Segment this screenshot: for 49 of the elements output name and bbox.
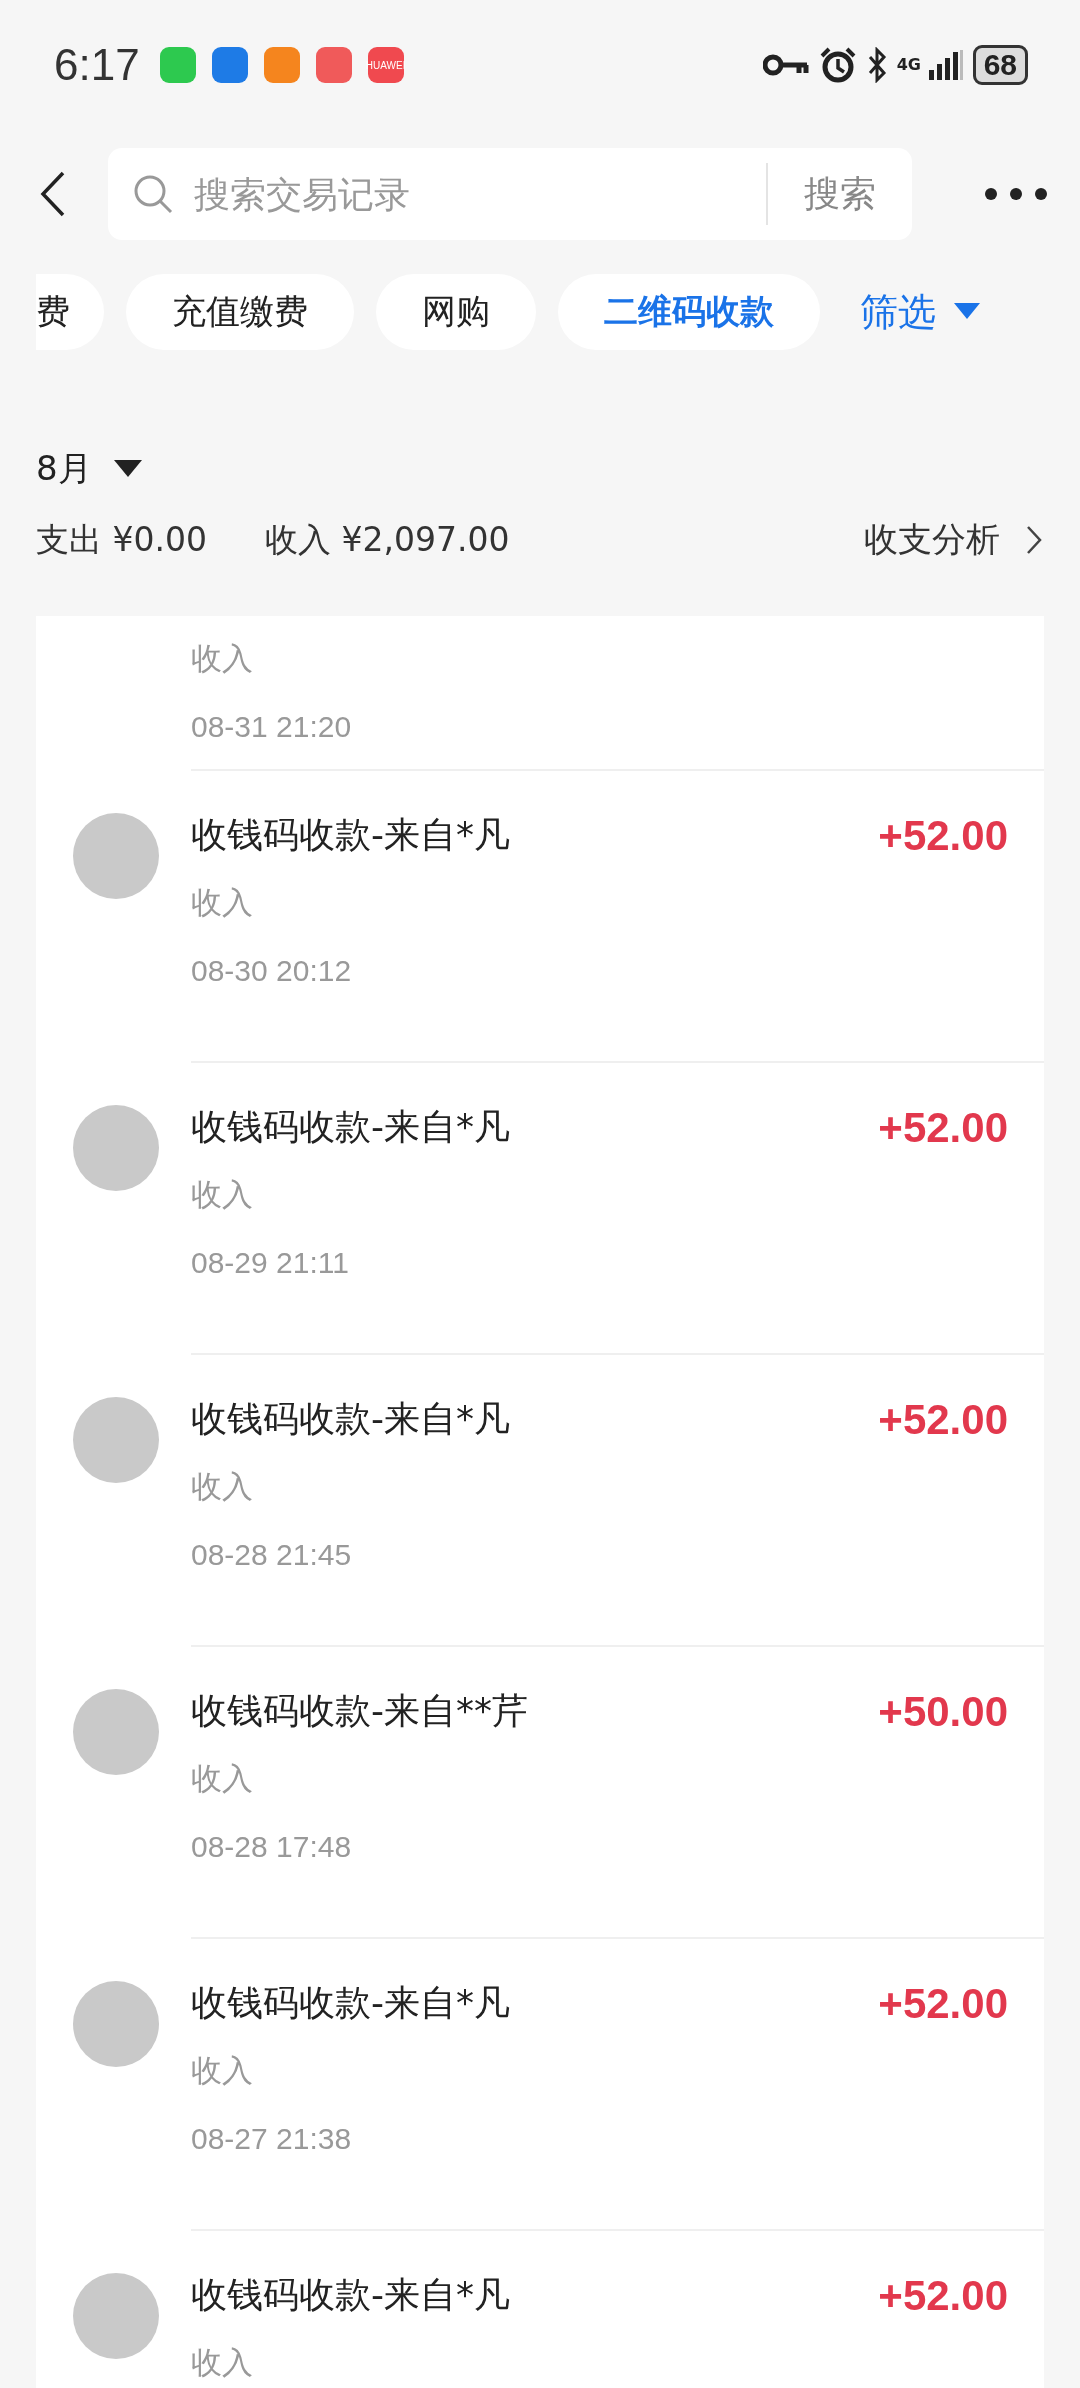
transaction-type: 收入 xyxy=(191,639,254,678)
transaction-time: 08-30 20:12 xyxy=(191,954,353,988)
alarm-icon xyxy=(818,46,857,84)
search-field[interactable]: 搜索交易记录 搜索 xyxy=(108,148,912,240)
filter-chip[interactable]: 充值缴费 xyxy=(126,274,354,350)
transaction-time: 08-29 21:11 xyxy=(191,1246,350,1280)
bluetooth-icon xyxy=(866,47,887,83)
transaction-amount: +52.00 xyxy=(878,1395,1008,1444)
transaction-type: 收入 xyxy=(191,1467,254,1506)
transaction-type: 收入 xyxy=(191,883,254,922)
month-selector[interactable]: 8月 xyxy=(36,446,142,492)
transaction-amount: +52.00 xyxy=(878,1103,1008,1152)
transaction-title: 收钱码收款-来自*凡 xyxy=(191,1105,510,1149)
back-icon[interactable] xyxy=(40,170,66,218)
transaction-title: 收钱码收款-来自**芹 xyxy=(191,1689,528,1733)
transaction-type: 收入 xyxy=(191,2343,254,2382)
filter-button[interactable]: 筛选 xyxy=(842,286,980,338)
transaction-time: 08-27 21:38 xyxy=(191,2122,353,2156)
transaction-amount: +52.00 xyxy=(878,811,1008,860)
analysis-link[interactable]: 收支分析 xyxy=(864,517,1042,563)
signal-icon xyxy=(928,50,963,80)
transaction-type: 收入 xyxy=(191,1175,254,1214)
transaction-type: 收入 xyxy=(191,1759,254,1798)
transaction-amount: +52.00 xyxy=(878,1979,1008,2028)
transaction-time: 08-31 21:20 xyxy=(191,710,353,744)
transaction-amount: +50.00 xyxy=(878,1687,1008,1736)
transaction-title: 收钱码收款-来自*凡 xyxy=(191,1397,510,1441)
transaction-amount: +52.00 xyxy=(878,2271,1008,2320)
transaction-time: 08-28 17:48 xyxy=(191,1830,353,1864)
battery-level: 68 xyxy=(972,45,1028,85)
more-icon[interactable] xyxy=(984,187,1048,201)
transaction-type: 收入 xyxy=(191,2051,254,2090)
network-type: 4G xyxy=(896,57,919,73)
key-icon xyxy=(762,53,809,77)
search-button[interactable]: 搜索 xyxy=(768,169,912,219)
chevron-icon xyxy=(1026,525,1042,555)
filter-chip[interactable]: 二维码收款 xyxy=(558,274,820,350)
transaction-title: 收钱码收款-来自*凡 xyxy=(191,813,510,857)
filter-chip[interactable]: 费 xyxy=(36,274,104,350)
transaction-time: 08-28 21:45 xyxy=(191,1538,353,1572)
caret-icon xyxy=(113,460,142,478)
filter-chip[interactable]: 网购 xyxy=(376,274,536,350)
income-total: 收入 ¥2,097.00 xyxy=(264,518,510,561)
expense-total: 支出 ¥0.00 xyxy=(36,518,207,561)
transaction-title: 收钱码收款-来自*凡 xyxy=(191,1981,510,2025)
transaction-title: 收钱码收款-来自*凡 xyxy=(191,2273,510,2317)
search-icon xyxy=(132,173,174,215)
clock-time: 6:17 xyxy=(54,40,140,90)
caret-icon xyxy=(954,303,980,321)
